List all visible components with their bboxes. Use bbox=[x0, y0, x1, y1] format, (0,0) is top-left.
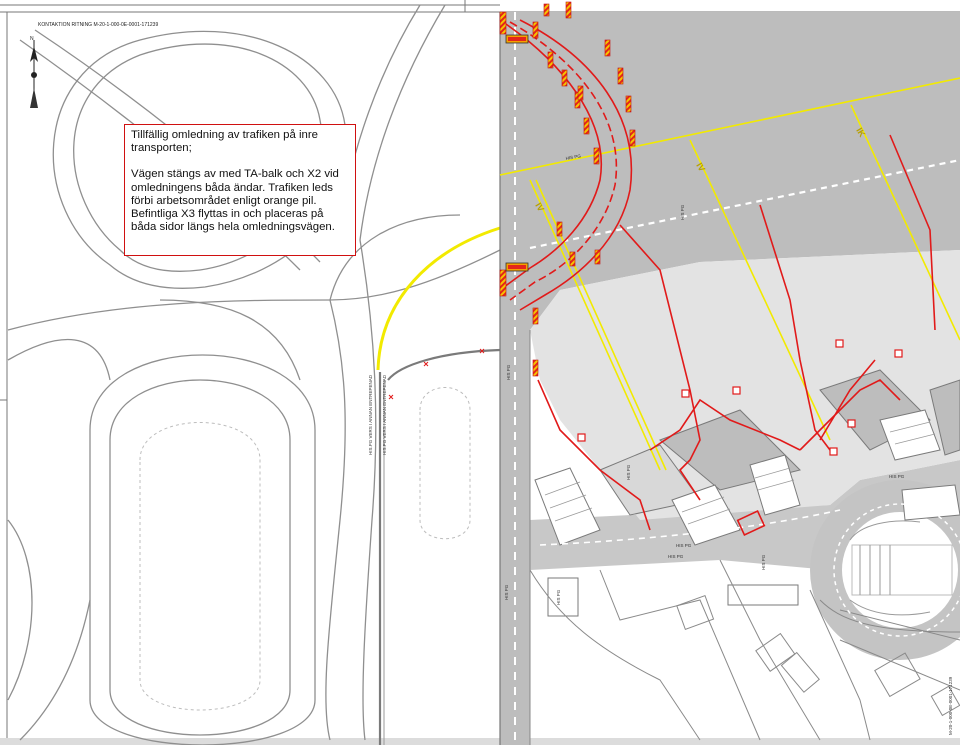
note-body: Vägen stängs av med TA-balk och X2 vid o… bbox=[131, 168, 339, 234]
svg-text:HIS PG: HIS PG bbox=[680, 204, 685, 220]
drawing-reference-side: M-20-1-000-0E-0001-171239 bbox=[948, 676, 953, 735]
note-heading: Tillfällig omledning av trafiken på inre… bbox=[131, 129, 318, 155]
drawing-reference: KONTAKTION RITNING M-20-1-000-0E-0001-17… bbox=[38, 22, 158, 28]
svg-text:HIS PG: HIS PG bbox=[676, 543, 692, 548]
north-label: N bbox=[30, 36, 34, 42]
road-label-a: HIS.PG VERS I ANNAN ENTREPENAD bbox=[368, 374, 373, 455]
svg-text:HIS PG: HIS PG bbox=[504, 584, 509, 600]
svg-text:HIS PG: HIS PG bbox=[626, 464, 631, 480]
road-label-b: HIS.PG VERS I ANNAN ENTREPENAD bbox=[382, 374, 387, 455]
site-plan-map: N KONTAKTION RITNING M-20-1-000-0E-0001-… bbox=[0, 0, 960, 745]
detour-note: Tillfällig omledning av trafiken på inre… bbox=[124, 124, 356, 256]
svg-text:HIS PG: HIS PG bbox=[556, 589, 561, 605]
svg-text:HIS PG: HIS PG bbox=[506, 364, 511, 380]
svg-text:HIS PG: HIS PG bbox=[889, 474, 905, 479]
svg-text:HIS PG: HIS PG bbox=[668, 554, 684, 559]
svg-text:HIS PG: HIS PG bbox=[761, 554, 766, 570]
